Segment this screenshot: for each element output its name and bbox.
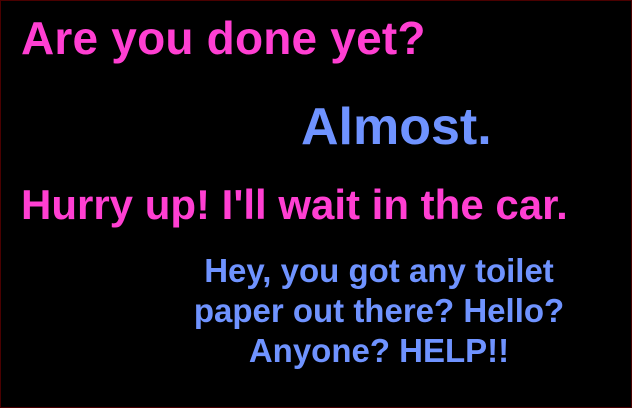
plea-row-1: Hey, you got any toilet xyxy=(204,252,554,289)
plea-row-3: Anyone? HELP!! xyxy=(248,332,510,369)
toilet-paper-plea: Hey, you got any toilet paper out there?… xyxy=(149,251,609,371)
question-line: Are you done yet? xyxy=(21,12,426,64)
black-panel: Are you done yet? Almost. Hurry up! I'll… xyxy=(0,0,632,408)
reply-line: Almost. xyxy=(301,98,492,156)
hurry-line: Hurry up! I'll wait in the car. xyxy=(21,181,568,228)
plea-row-2: paper out there? Hello? xyxy=(193,292,565,329)
